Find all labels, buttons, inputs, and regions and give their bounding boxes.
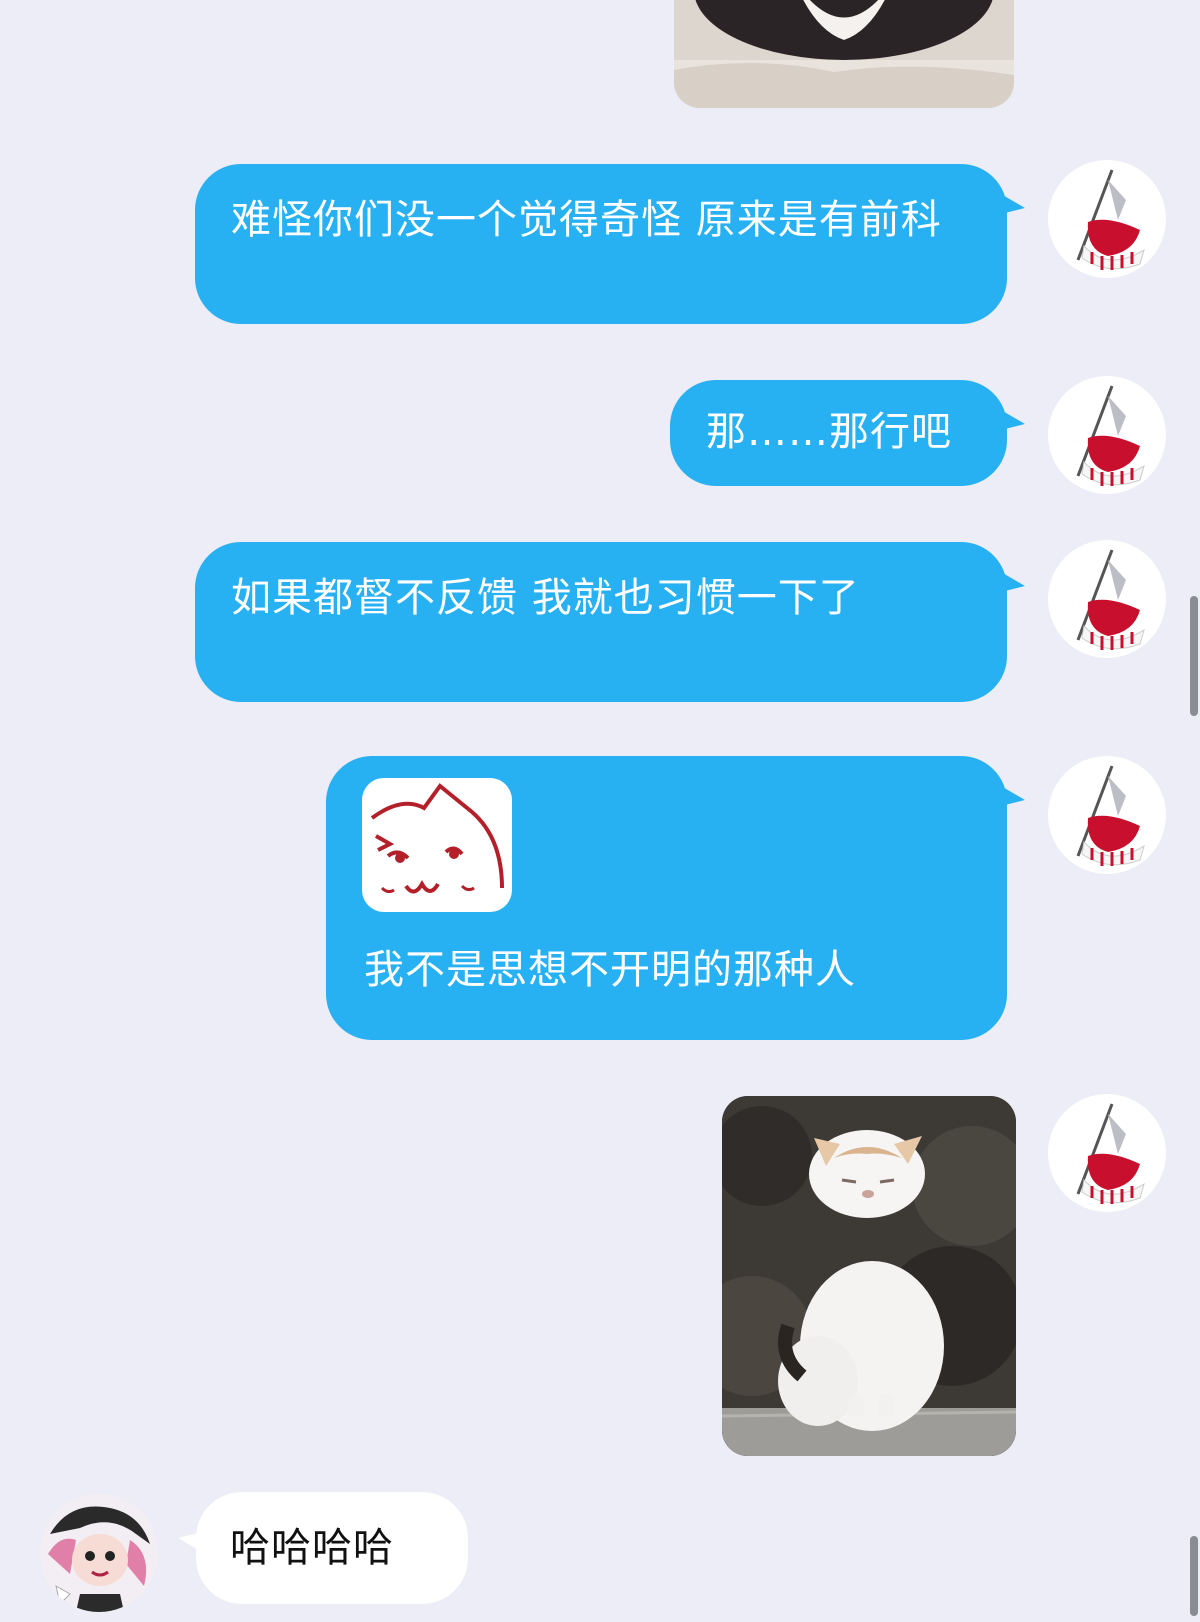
bubble-tail [1001,410,1025,430]
bubble-tail [1001,572,1025,592]
message-text: 我不是思想不开明的那种人 [364,947,856,993]
incoming-message-bubble[interactable]: 哈哈哈哈 [178,1492,468,1604]
message-text: 难怪你们没一个觉得奇怪 原来是有前科 [231,197,942,243]
white-cat-standing-photo [722,1096,1016,1456]
message-text: 那……那行吧 [706,409,952,455]
sender-avatar[interactable] [1048,160,1166,278]
cartoon-character-icon [40,1494,158,1612]
message-image-top-cat[interactable] [674,0,1014,108]
bubble-tail [1001,786,1025,806]
red-white-emblem-icon [1076,385,1145,486]
red-white-emblem-icon [1076,1103,1145,1204]
red-white-emblem-icon [1076,169,1145,270]
sender-avatar[interactable] [1048,376,1166,494]
message-text: 哈哈哈哈 [230,1525,394,1571]
sender-avatar[interactable] [1048,756,1166,874]
sender-avatar[interactable] [1048,1094,1166,1212]
message-text: 如果都督不反馈 我就也习惯一下了 [231,575,860,621]
contact-avatar[interactable] [40,1494,158,1612]
smug-cat-sticker[interactable] [362,778,512,912]
scrollbar-thumb[interactable] [1190,596,1198,716]
outgoing-sticker-message-bubble[interactable]: 我不是思想不开明的那种人 [326,756,1025,1040]
message-image-white-cat[interactable] [722,1096,1016,1456]
bubble-tail [178,1532,202,1552]
outgoing-message-bubble[interactable]: 难怪你们没一个觉得奇怪 原来是有前科 [195,164,1025,324]
sender-avatar[interactable] [1048,540,1166,658]
red-white-emblem-icon [1076,765,1145,866]
smug-cat-sticker-icon [370,783,504,894]
outgoing-message-bubble[interactable]: 如果都督不反馈 我就也习惯一下了 [195,542,1025,702]
red-white-emblem-icon [1076,549,1145,650]
scrollbar-thumb-lower[interactable] [1190,1536,1198,1616]
bubble-tail [1001,194,1025,214]
outgoing-message-bubble[interactable]: 那……那行吧 [670,380,1025,486]
cat-photo-top-image [674,0,1014,108]
